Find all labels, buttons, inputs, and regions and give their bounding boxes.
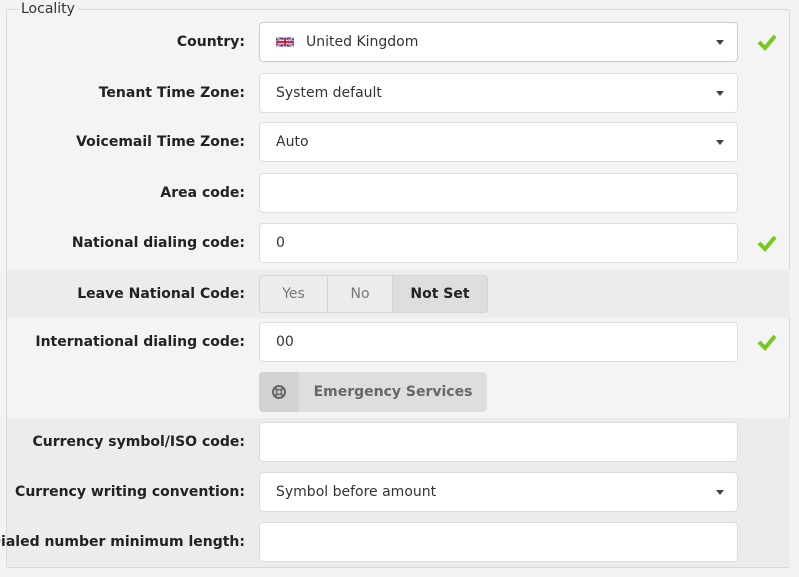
min-length-row: Dialed number minimum length: <box>0 517 790 567</box>
currency-symbol-input[interactable] <box>259 422 738 462</box>
leave-national-code-toggle: Yes No Not Set <box>259 275 488 313</box>
voicemail-timezone-select[interactable]: Auto <box>259 122 738 162</box>
area-code-label: Area code: <box>160 185 245 201</box>
country-select[interactable]: United Kingdom <box>259 22 738 62</box>
currency-convention-label: Currency writing convention: <box>15 484 245 500</box>
checkmark-icon <box>757 235 777 252</box>
national-code-label: National dialing code: <box>71 235 245 251</box>
tenant-timezone-label: Tenant Time Zone: <box>98 85 245 101</box>
tenant-timezone-value: System default <box>276 85 382 101</box>
currency-convention-row: Currency writing convention: Symbol befo… <box>7 467 790 517</box>
checkmark-icon <box>757 34 777 51</box>
area-code-input[interactable] <box>259 173 738 213</box>
section-legend: Locality <box>18 0 78 18</box>
chevron-down-icon <box>716 140 724 145</box>
option-yes[interactable]: Yes <box>260 276 328 312</box>
min-length-label: Dialed number minimum length: <box>0 534 245 550</box>
chevron-down-icon <box>716 40 724 45</box>
country-label: Country: <box>176 34 245 50</box>
currency-convention-select[interactable]: Symbol before amount <box>259 472 738 512</box>
international-code-input[interactable]: 00 <box>259 322 738 362</box>
lifebuoy-icon <box>259 372 299 412</box>
chevron-down-icon <box>716 91 724 96</box>
emergency-row: Emergency Services <box>7 367 790 417</box>
international-code-label: International dialing code: <box>35 334 245 350</box>
emergency-services-label: Emergency Services <box>313 384 473 400</box>
min-length-input[interactable] <box>259 522 738 562</box>
option-not-set[interactable]: Not Set <box>393 276 487 312</box>
area-code-row: Area code: <box>7 168 790 218</box>
option-no[interactable]: No <box>328 276 393 312</box>
tenant-timezone-select[interactable]: System default <box>259 73 738 113</box>
voicemail-timezone-label: Voicemail Time Zone: <box>76 134 245 150</box>
emergency-services-button[interactable]: Emergency Services <box>259 372 487 412</box>
currency-symbol-row: Currency symbol/ISO code: <box>7 417 790 467</box>
national-code-input[interactable]: 0 <box>259 223 738 263</box>
checkmark-icon <box>757 334 777 351</box>
international-code-row: International dialing code: 00 <box>7 317 790 367</box>
leave-national-code-row: Leave National Code: Yes No Not Set <box>7 270 790 318</box>
country-value: United Kingdom <box>306 34 419 50</box>
leave-national-code-label: Leave National Code: <box>77 286 245 302</box>
currency-convention-value: Symbol before amount <box>276 484 437 500</box>
country-row: Country: United Kingdom <box>7 17 790 67</box>
currency-symbol-label: Currency symbol/ISO code: <box>32 434 245 450</box>
uk-flag-icon <box>276 36 294 48</box>
voicemail-timezone-row: Voicemail Time Zone: Auto <box>7 117 790 167</box>
tenant-timezone-row: Tenant Time Zone: System default <box>7 68 790 118</box>
voicemail-timezone-value: Auto <box>276 134 309 150</box>
national-code-row: National dialing code: 0 <box>7 218 790 268</box>
chevron-down-icon <box>716 490 724 495</box>
